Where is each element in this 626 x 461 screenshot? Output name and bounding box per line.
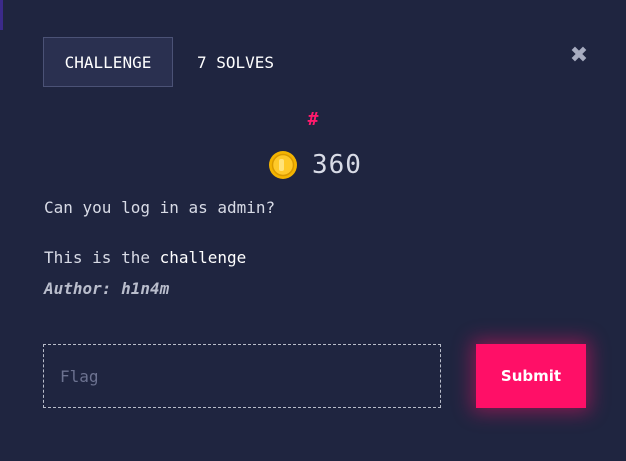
flag-input[interactable] [43, 344, 441, 408]
tab-challenge[interactable]: CHALLENGE [43, 37, 173, 87]
body-prefix: This is the [44, 248, 160, 267]
tab-solves-label: 7 SOLVES [197, 52, 275, 72]
challenge-modal: CHALLENGE 7 SOLVES ✖ # 360 Can you log i… [0, 0, 626, 461]
author-text: Author: h1n4m [44, 279, 170, 298]
hash-icon: # [307, 108, 319, 130]
tab-challenge-label: CHALLENGE [64, 52, 152, 72]
close-icon[interactable]: ✖ [569, 43, 589, 68]
challenge-link[interactable]: challenge [160, 248, 247, 267]
points-value: 360 [312, 150, 362, 180]
coin-icon [269, 151, 297, 179]
background-edge [0, 0, 3, 30]
challenge-body-text: This is the challenge [44, 248, 246, 267]
points-display: 360 [268, 148, 362, 182]
tab-solves[interactable]: 7 SOLVES [189, 37, 282, 87]
submit-button[interactable]: Submit [476, 344, 586, 408]
challenge-description: Can you log in as admin? [44, 198, 276, 217]
